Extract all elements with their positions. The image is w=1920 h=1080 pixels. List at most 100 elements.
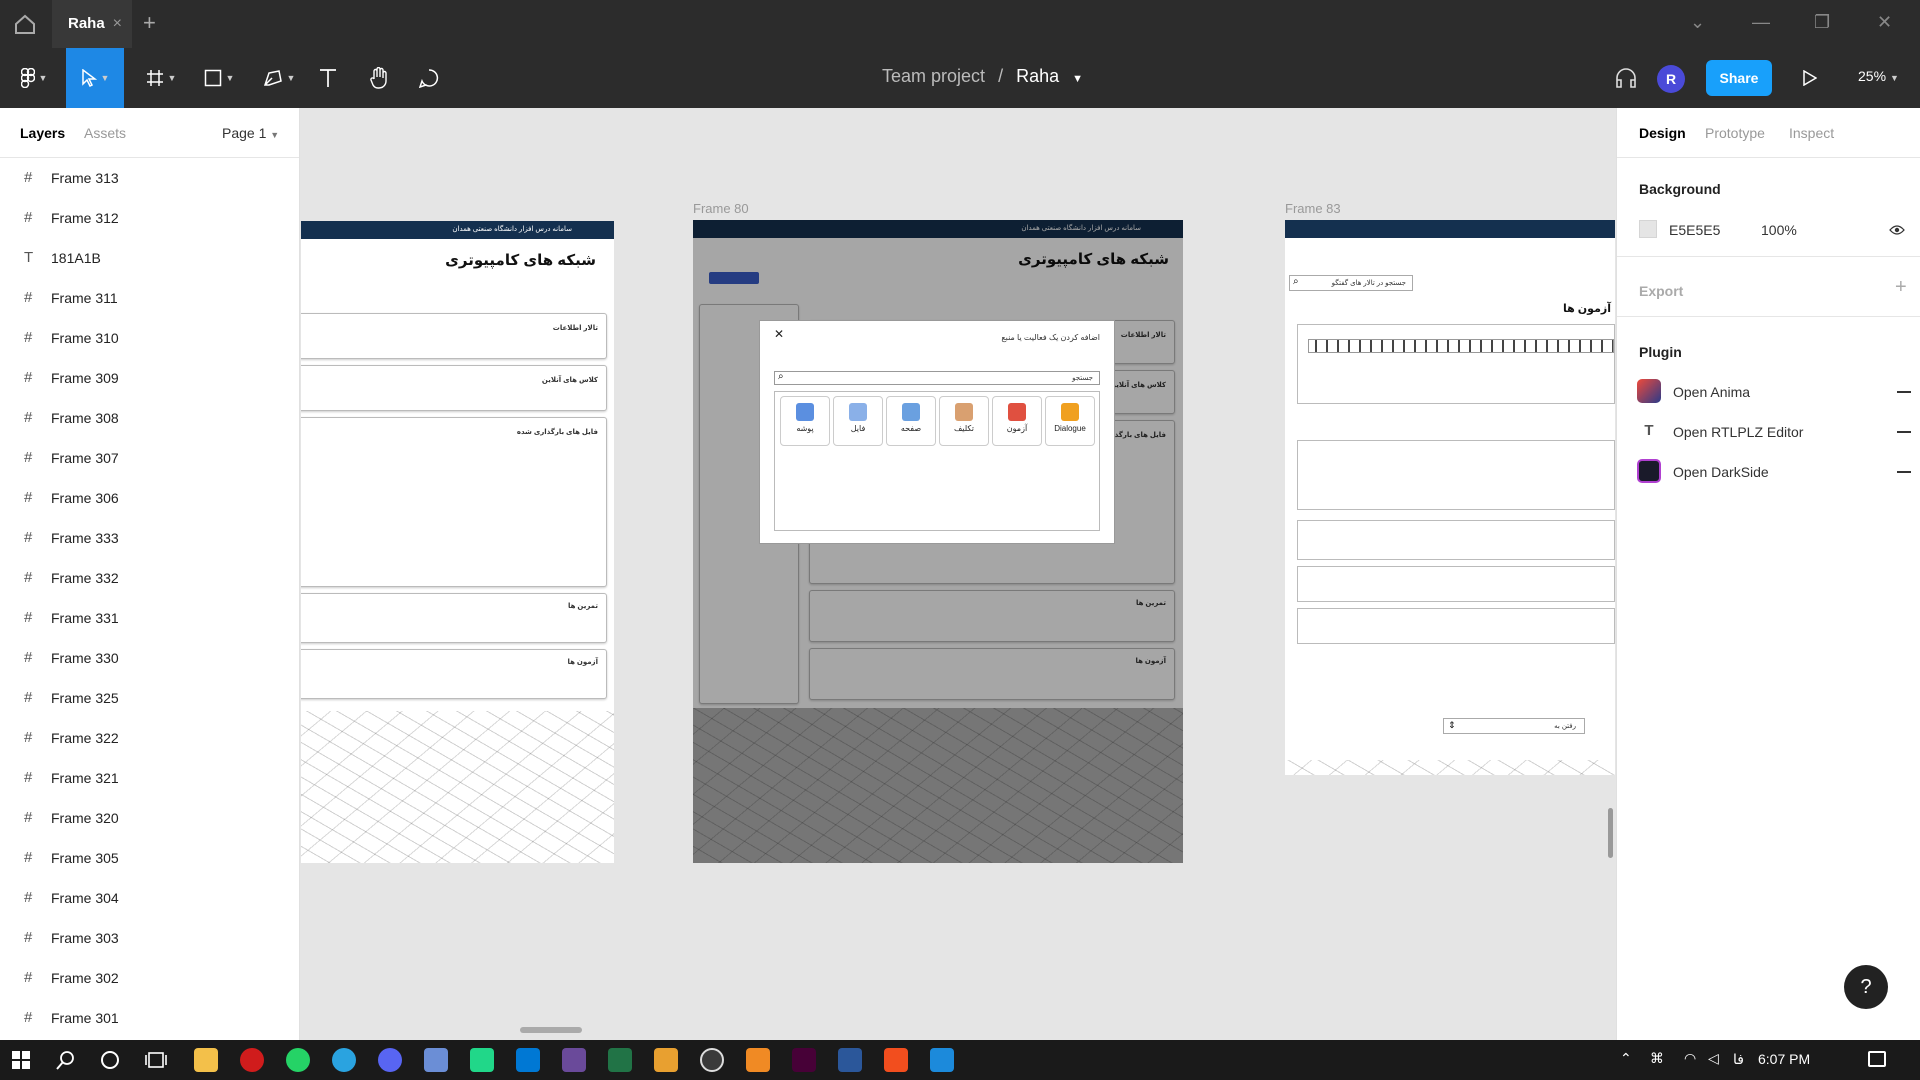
- frame-left[interactable]: سامانه درس افزار دانشگاه صنعتی همدان شبک…: [301, 221, 614, 863]
- layer-item[interactable]: # Frame 304: [0, 878, 299, 918]
- file-picker-box[interactable]: [1297, 440, 1615, 510]
- chevron-down-icon[interactable]: ⌄: [1690, 12, 1705, 33]
- close-window-icon[interactable]: ✕: [1877, 12, 1892, 33]
- hand-tool-button[interactable]: [364, 48, 394, 108]
- move-tool-button[interactable]: ▼: [66, 48, 124, 108]
- frame-83[interactable]: ⌕ جستجو در تالار های گفتگو آزمون ها ⇕ رف…: [1285, 220, 1615, 775]
- whatsapp-icon[interactable]: [286, 1048, 310, 1072]
- search-icon[interactable]: [56, 1050, 76, 1070]
- layer-item[interactable]: # Frame 309: [0, 358, 299, 398]
- figma-icon[interactable]: [884, 1048, 908, 1072]
- layer-item[interactable]: # Frame 320: [0, 798, 299, 838]
- wifi-icon[interactable]: ◠: [1684, 1050, 1696, 1067]
- main-menu-button[interactable]: ▼: [12, 48, 56, 108]
- layer-item[interactable]: # Frame 331: [0, 598, 299, 638]
- editor-box[interactable]: [1297, 324, 1615, 404]
- home-icon[interactable]: [14, 14, 36, 34]
- 3d-viewer-icon[interactable]: [424, 1048, 448, 1072]
- tab-layers[interactable]: Layers: [20, 125, 65, 141]
- activity-page[interactable]: صفحه: [886, 396, 936, 446]
- shape-tool-button[interactable]: ▼: [196, 48, 242, 108]
- layer-item[interactable]: # Frame 305: [0, 838, 299, 878]
- horizontal-scrollbar[interactable]: [520, 1027, 582, 1033]
- layer-item[interactable]: # Frame 321: [0, 758, 299, 798]
- layer-item[interactable]: # Frame 333: [0, 518, 299, 558]
- tab-design[interactable]: Design: [1639, 125, 1686, 141]
- pycharm-icon[interactable]: [470, 1048, 494, 1072]
- breadcrumb-file[interactable]: Raha: [1016, 66, 1059, 86]
- photos-icon[interactable]: [930, 1048, 954, 1072]
- remove-plugin-icon[interactable]: [1897, 391, 1911, 393]
- tab-raha[interactable]: Raha ×: [52, 0, 132, 48]
- canvas[interactable]: سامانه درس افزار دانشگاه صنعتی همدان شبک…: [301, 108, 1615, 1040]
- tab-assets[interactable]: Assets: [84, 125, 126, 141]
- layer-item[interactable]: # Frame 322: [0, 718, 299, 758]
- background-opacity-input[interactable]: 100%: [1761, 222, 1797, 238]
- maximize-icon[interactable]: ❐: [1814, 12, 1830, 33]
- tab-inspect[interactable]: Inspect: [1789, 125, 1834, 141]
- zoom-menu[interactable]: 25% ▼: [1858, 68, 1899, 84]
- wordpress-icon[interactable]: [700, 1048, 724, 1072]
- discord-icon[interactable]: [378, 1048, 402, 1072]
- layer-item[interactable]: # Frame 325: [0, 678, 299, 718]
- tab-prototype[interactable]: Prototype: [1705, 125, 1765, 141]
- layer-item[interactable]: # Frame 303: [0, 918, 299, 958]
- chevron-up-icon[interactable]: ⌃: [1620, 1050, 1632, 1067]
- clock[interactable]: 6:07 PM: [1758, 1051, 1810, 1067]
- remove-plugin-icon[interactable]: [1897, 471, 1911, 473]
- forum-search-input[interactable]: ⌕ جستجو در تالار های گفتگو: [1289, 275, 1413, 291]
- mathtype-icon[interactable]: [562, 1048, 586, 1072]
- opera-icon[interactable]: [240, 1048, 264, 1072]
- remove-plugin-icon[interactable]: [1897, 431, 1911, 433]
- network-icon[interactable]: ⌘: [1650, 1050, 1664, 1067]
- volume-icon[interactable]: ◁: [1708, 1050, 1719, 1067]
- minimize-icon[interactable]: —: [1752, 12, 1770, 33]
- eye-icon[interactable]: [1889, 224, 1905, 236]
- cortana-icon[interactable]: [100, 1050, 120, 1070]
- notifications-icon[interactable]: [1868, 1051, 1886, 1067]
- avatar[interactable]: R: [1657, 65, 1685, 93]
- pen-tool-button[interactable]: ▼: [256, 48, 302, 108]
- play-icon[interactable]: [1803, 70, 1817, 86]
- layer-item[interactable]: # Frame 310: [0, 318, 299, 358]
- activity-folder[interactable]: پوشه: [780, 396, 830, 446]
- chevron-down-icon[interactable]: ▼: [1072, 73, 1083, 85]
- editor-toolbar[interactable]: [1308, 339, 1614, 353]
- share-button[interactable]: Share: [1706, 60, 1772, 96]
- vscode-icon[interactable]: [516, 1048, 540, 1072]
- xampp-icon[interactable]: [746, 1048, 770, 1072]
- activity-quiz[interactable]: آزمون: [992, 396, 1042, 446]
- goto-select[interactable]: ⇕ رفتن به: [1443, 718, 1585, 734]
- layer-item[interactable]: # Frame 330: [0, 638, 299, 678]
- windows-start-icon[interactable]: [12, 1051, 30, 1069]
- close-tab-icon[interactable]: ×: [113, 0, 122, 48]
- background-color-swatch[interactable]: [1639, 220, 1657, 238]
- breadcrumb-project[interactable]: Team project: [882, 66, 985, 86]
- file-explorer-icon[interactable]: [194, 1048, 218, 1072]
- layer-item[interactable]: T 181A1B: [0, 238, 299, 278]
- frame-tool-button[interactable]: ▼: [138, 48, 184, 108]
- new-tab-icon[interactable]: +: [143, 10, 156, 36]
- language-indicator[interactable]: فا: [1733, 1051, 1744, 1068]
- vertical-scrollbar[interactable]: [1608, 808, 1613, 858]
- close-icon[interactable]: ✕: [774, 327, 784, 341]
- frame-80-label[interactable]: Frame 80: [693, 201, 749, 216]
- layer-item[interactable]: # Frame 301: [0, 998, 299, 1038]
- layer-item[interactable]: # Frame 302: [0, 958, 299, 998]
- layer-item[interactable]: # Frame 313: [0, 158, 299, 198]
- app-icon[interactable]: [654, 1048, 678, 1072]
- modal-search-input[interactable]: ⌕ جستجو: [774, 371, 1100, 385]
- add-export-icon[interactable]: +: [1895, 276, 1907, 299]
- headphones-icon[interactable]: [1614, 66, 1638, 90]
- word-icon[interactable]: [838, 1048, 862, 1072]
- adobe-xd-icon[interactable]: [792, 1048, 816, 1072]
- frame-83-label[interactable]: Frame 83: [1285, 201, 1341, 216]
- layer-item[interactable]: # Frame 312: [0, 198, 299, 238]
- activity-dialogue[interactable]: Dialogue: [1045, 396, 1095, 446]
- comment-tool-button[interactable]: [414, 48, 444, 108]
- frame-80[interactable]: سامانه درس افزار دانشگاه صنعتی همدان شبک…: [693, 220, 1183, 863]
- layer-item[interactable]: # Frame 332: [0, 558, 299, 598]
- layer-item[interactable]: # Frame 307: [0, 438, 299, 478]
- layer-item[interactable]: # Frame 306: [0, 478, 299, 518]
- background-hex-input[interactable]: E5E5E5: [1669, 222, 1720, 238]
